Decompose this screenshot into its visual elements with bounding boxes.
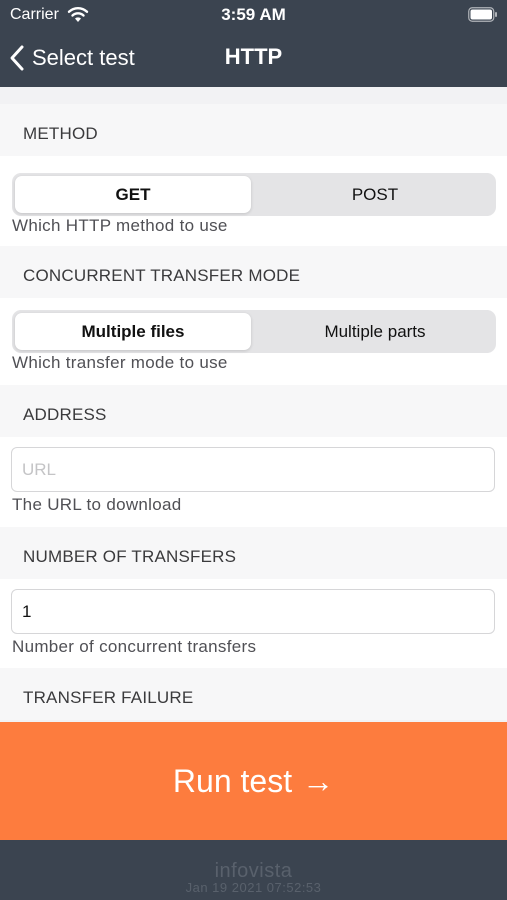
transfer-mode-cell: Multiple files Multiple parts Which tran… [0,298,507,385]
address-cell: The URL to download [0,437,507,527]
address-footer: The URL to download [12,495,182,514]
battery-icon [468,7,497,22]
section-header-transfer-mode: CONCURRENT TRANSFER MODE [0,246,507,298]
back-button-label: Select test [32,45,135,70]
transfer-mode-footer: Which transfer mode to use [12,353,228,372]
status-time: 3:59 AM [221,5,286,24]
run-test-button[interactable]: Run test → [0,722,507,840]
url-input[interactable] [11,447,495,492]
arrow-right-icon: → [302,762,335,799]
section-title: ADDRESS [23,405,107,424]
section-title: METHOD [23,124,98,143]
settings-form: METHOD GET POST Which HTTP method to use… [0,87,507,722]
segment-multiple-files[interactable]: Multiple files [15,313,251,350]
top-bar: Carrier 3:59 AM Select test HTTP [0,0,507,87]
section-header-transfer-failure: TRANSFER FAILURE [0,668,507,720]
segment-post[interactable]: POST [257,176,493,213]
section-header-transfers: NUMBER OF TRANSFERS [0,527,507,579]
transfer-mode-segmented-control[interactable]: Multiple files Multiple parts [12,310,496,353]
section-header-method: METHOD [0,104,507,156]
back-button[interactable]: Select test [8,42,135,74]
method-segmented-control[interactable]: GET POST [12,173,496,216]
transfers-footer: Number of concurrent transfers [12,637,257,656]
transfers-cell: Number of concurrent transfers [0,579,507,668]
bottom-bar: infovista Jan 19 2021 07:52:53 [0,840,507,900]
segment-get[interactable]: GET [15,176,251,213]
transfers-count-input[interactable] [11,589,495,634]
section-title: TRANSFER FAILURE [23,688,194,707]
method-cell: GET POST Which HTTP method to use [0,156,507,246]
section-title: CONCURRENT TRANSFER MODE [23,266,301,285]
method-footer: Which HTTP method to use [12,216,228,235]
run-test-label: Run test [172,762,293,799]
chevron-left-icon [10,45,24,71]
section-header-address: ADDRESS [0,385,507,437]
section-title: NUMBER OF TRANSFERS [23,547,237,566]
segment-multiple-parts[interactable]: Multiple parts [257,313,493,350]
build-timestamp: Jan 19 2021 07:52:53 [185,880,322,895]
